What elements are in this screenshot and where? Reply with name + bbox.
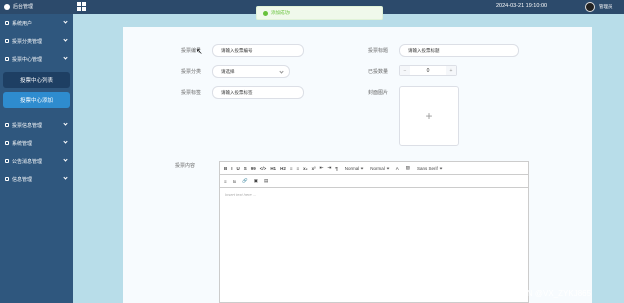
field-label: 投票分类 [181, 69, 202, 75]
decrement-button[interactable]: − [400, 66, 410, 75]
toast-message: 添加成功! [271, 10, 291, 15]
sidebar-item-notice[interactable]: 公告消息管理 [0, 152, 73, 170]
bullet-list-button[interactable]: ≡ [296, 166, 299, 171]
editor-toolbar: B I U S 99 </> H1 H2 ≡ ≡ x₂ x² ⇤ ⇥ ¶ Nor… [220, 162, 528, 175]
editor-content[interactable]: Insert text here ... [220, 188, 528, 201]
image-button[interactable]: ▣ [254, 178, 258, 184]
cursor-icon: ↖ [196, 47, 203, 56]
picker-label: Normal [370, 165, 385, 171]
field-label: 投票标题 [368, 48, 389, 54]
underline-button[interactable]: U [237, 166, 240, 171]
link-button[interactable]: 🔗 [242, 178, 248, 184]
chevron-up-icon [63, 55, 68, 60]
sidebar-item-label: 系统管理 [12, 140, 33, 147]
submenu-vote-list[interactable]: 投票中心列表 [3, 72, 70, 88]
sidebar-item-label: 系统用户 [12, 20, 33, 27]
sidebar-item-system[interactable]: 系统管理 [0, 134, 73, 152]
field-label: 投票标签 [181, 90, 202, 96]
quote-button[interactable]: 99 [251, 166, 256, 171]
category-icon [5, 39, 9, 43]
sidebar-item-label: 公告消息管理 [12, 158, 43, 165]
superscript-button[interactable]: x² [312, 166, 316, 171]
picker-label: Sans Serif [417, 165, 438, 171]
stepper-value[interactable]: 0 [410, 68, 446, 74]
chevron-down-icon [63, 121, 68, 126]
font-picker[interactable]: Sans Serif [417, 165, 443, 171]
sidebar-item-vote-info[interactable]: 投票信息管理 [0, 116, 73, 134]
datetime: 2024-03-21 19:10:00 [496, 3, 548, 9]
code-button[interactable]: </> [260, 166, 267, 171]
chevron-down-icon [439, 166, 443, 170]
chevron-down-icon [63, 37, 68, 42]
clean-button[interactable]: Ix [233, 179, 237, 184]
indent-button[interactable]: ⇥ [327, 165, 331, 171]
sidebar-item-label: 投票信息管理 [12, 122, 43, 129]
success-toast: 添加成功! [256, 6, 383, 20]
chevron-down-icon [63, 175, 68, 180]
brand-title: 后台管理 [13, 4, 34, 10]
size-picker[interactable]: Normal [345, 166, 364, 171]
sidebar-item-label: 信息管理 [12, 176, 33, 183]
field-label: 投票内容 [175, 163, 196, 169]
italic-button[interactable]: I [231, 166, 232, 171]
header-picker[interactable]: Normal [370, 165, 390, 171]
subscript-button[interactable]: x₂ [303, 166, 308, 171]
vote-title-input[interactable]: 请输入投票标题 [399, 44, 519, 57]
select-value: 请选择 [221, 68, 235, 74]
plus-icon: + [425, 109, 433, 123]
sidebar: 系统用户 投票分类管理 投票中心管理 投票中心列表 投票中心添加 投票信息管理 … [0, 14, 73, 303]
increment-button[interactable]: + [446, 66, 456, 75]
menu-toggle-icon[interactable] [77, 2, 86, 11]
align-button[interactable]: ≡ [224, 179, 227, 184]
field-label: 封面图片 [368, 90, 389, 96]
bold-button[interactable]: B [224, 166, 227, 171]
sidebar-item-label: 投票分类管理 [12, 38, 43, 45]
vote-category-select[interactable]: 请选择 [212, 65, 290, 78]
submenu-vote-add[interactable]: 投票中心添加 [3, 92, 70, 108]
vote-tag-input[interactable]: 请输入投票标签 [212, 86, 304, 99]
chevron-down-icon [63, 19, 68, 24]
chevron-down-icon [360, 166, 364, 170]
logo-icon [4, 3, 10, 10]
editor-toolbar-2: ≡ Ix 🔗 ▣ ▤ [220, 175, 528, 188]
chevron-down-icon [386, 166, 390, 170]
picker-label: Normal [344, 165, 360, 171]
username[interactable]: 管理员 [599, 4, 613, 10]
sidebar-item-users[interactable]: 系统用户 [0, 14, 73, 32]
vote-number-input[interactable]: 请输入投票编号 [212, 44, 304, 57]
direction-button[interactable]: ¶ [335, 166, 338, 171]
sidebar-item-label: 投票中心管理 [12, 56, 43, 63]
check-icon [263, 10, 268, 16]
sidebar-item-vote-category[interactable]: 投票分类管理 [0, 32, 73, 50]
sidebar-item-vote-center[interactable]: 投票中心管理 [0, 50, 73, 68]
video-button[interactable]: ▤ [264, 178, 268, 184]
chevron-down-icon [63, 139, 68, 144]
brand: 后台管理 [4, 3, 33, 10]
info-icon [5, 123, 9, 127]
rich-text-editor[interactable]: B I U S 99 </> H1 H2 ≡ ≡ x₂ x² ⇤ ⇥ ¶ Nor… [219, 161, 529, 303]
background-picker[interactable]: ▨ [406, 165, 410, 171]
vote-count-stepper[interactable]: − 0 + [399, 65, 457, 76]
h1-button[interactable]: H1 [270, 166, 276, 171]
field-label: 已投数量 [368, 69, 389, 75]
ordered-list-button[interactable]: ≡ [290, 166, 293, 171]
outdent-button[interactable]: ⇤ [320, 165, 324, 171]
chevron-down-icon [279, 69, 284, 74]
form-panel: 投票编号 请输入投票编号 投票标题 请输入投票标题 投票分类 请选择 已投数量 … [123, 27, 592, 303]
avatar[interactable] [585, 2, 595, 12]
chevron-down-icon [63, 157, 68, 162]
sidebar-item-info[interactable]: 信息管理 [0, 170, 73, 188]
vote-icon [5, 57, 9, 61]
color-picker[interactable]: A [396, 166, 399, 171]
submenu: 投票中心列表 投票中心添加 [0, 68, 73, 116]
user-icon [5, 21, 9, 25]
h2-button[interactable]: H2 [280, 166, 286, 171]
location-icon [5, 177, 9, 181]
bell-icon [5, 159, 9, 163]
strike-button[interactable]: S [244, 166, 247, 171]
watermark: CSDN @VX_ZYKJ865 [510, 289, 592, 298]
gear-icon [5, 141, 9, 145]
cover-image-upload[interactable]: + [399, 86, 459, 146]
